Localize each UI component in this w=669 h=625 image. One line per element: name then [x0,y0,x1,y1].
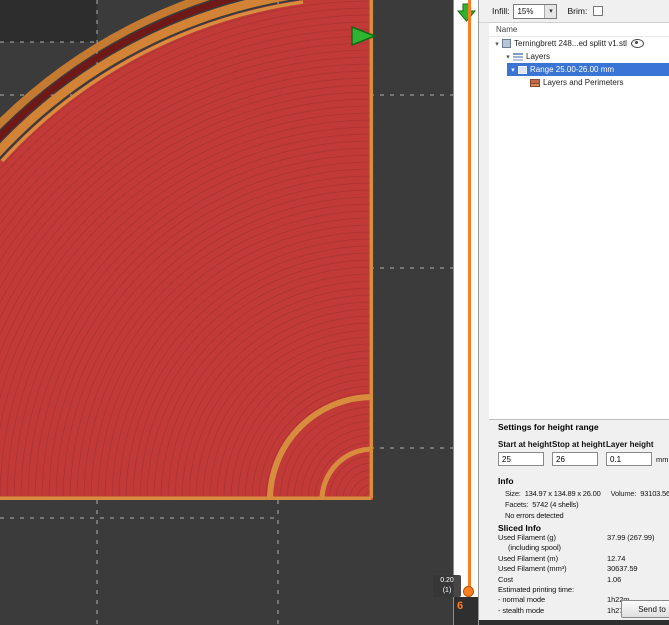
stop-height-label: Stop at height [552,440,606,449]
object-tree: Name ▾ Terningbrett 248...ed splitt v1.s… [489,22,669,420]
layer-slider: 6 [453,0,479,625]
slider-tooltip: 0.20 (1) [433,575,461,597]
sliced-value: 30637.59 [607,564,638,574]
mm-unit-label: mm [656,455,669,464]
tree-row-object[interactable]: ▾ Terningbrett 248...ed splitt v1.stl [489,37,669,50]
slicer-window: 0.20 (1) 6 Infill: 15% ▾ Brim: Name ▾ Te… [0,0,669,625]
slider-down-button[interactable] [456,2,477,23]
axis-corner-label: 6 [457,600,464,612]
visibility-eye-icon[interactable] [631,39,644,48]
size-value: 134.97 x 134.89 x 26.00 [524,489,601,498]
sliced-label: - stealth mode [498,605,545,615]
sliced-value: 37.99 (267.99) [607,533,655,542]
infill-dropdown[interactable]: 15% ▾ [513,3,558,19]
height-range-section-title: Settings for height range [498,422,599,432]
sliced-value: 12.74 [607,553,626,563]
sliced-label: Used Filament (g) [498,533,556,542]
size-label: Size: [505,489,521,498]
sliced-info-section-title: Sliced Info [498,523,541,533]
expander-icon[interactable]: ▾ [509,66,517,74]
infill-label: Infill: [492,6,510,16]
facets-label: Facets: [505,500,529,509]
layer-height-input[interactable] [606,452,652,466]
sliced-value: 1.06 [607,574,622,584]
info-status-row: No errors detected [505,511,564,520]
tree-perimeters-label: Layers and Perimeters [543,78,624,87]
sliced-row: Used Filament (m) 12.74 [498,554,667,564]
layer-preview-svg [0,0,669,625]
infill-value: 15% [517,6,534,16]
facets-value: 5742 (4 shells) [532,500,579,509]
tree-row-layers-perimeters[interactable]: Layers and Perimeters [489,76,669,89]
sliced-label: Cost [498,574,514,584]
sliced-label: Estimated printing time: [498,584,574,594]
slider-footer: 6 [454,597,479,625]
expander-icon[interactable]: ▾ [493,40,501,48]
tree-range-label: Range 25.00-26.00 mm [530,65,615,74]
expander-icon[interactable]: ▾ [504,53,512,61]
window-bottom-strip [479,620,669,625]
tree-layers-label: Layers [526,52,551,61]
tree-row-layers[interactable]: ▾ Layers [489,50,669,63]
start-height-label: Start at height [498,440,552,449]
height-range-icon [518,65,527,74]
layer-slider-handle[interactable] [463,586,474,597]
info-size-row: Size: 134.97 x 134.89 x 26.00 Volume: 93… [505,489,669,498]
brim-checkbox[interactable] [593,6,604,16]
object-icon [502,39,511,48]
info-facets-row: Facets: 5742 (4 shells) [505,500,579,509]
layer-slider-track[interactable] [468,0,471,592]
sliced-row: Estimated printing time: [498,585,667,595]
green-down-arrow-icon [456,3,477,22]
tree-row-height-range-selected[interactable]: ▾ Range 25.00-26.00 mm [507,63,669,76]
info-section-title: Info [498,476,514,486]
print-bed-canvas[interactable] [0,0,669,625]
slider-tooltip-layer: (1) [442,587,452,594]
sliced-row: Cost 1.06 [498,575,667,585]
sliced-label: Used Filament (m) [498,553,558,563]
bed-corner-outside [0,0,97,42]
volume-label: Volume: [610,489,637,498]
sliced-label: Used Filament (mm³) [498,564,567,574]
slider-tooltip-z: 0.20 [440,577,454,584]
layer-height-label: Layer height [606,440,654,449]
volume-value: 93103.56 [640,489,669,498]
start-height-input[interactable] [498,452,544,466]
stop-height-input[interactable] [552,452,598,466]
sliced-label: (including spool) [508,543,561,553]
sliced-row: Used Filament (g) 37.99 (267.99) [498,533,667,543]
layers-icon [513,52,523,61]
sliced-row: (including spool) [498,543,667,553]
perimeters-icon [530,78,540,87]
object-settings-panel: Infill: 15% ▾ Brim: Name ▾ Terningbrett … [478,0,669,625]
tree-header-name: Name [489,23,669,37]
sliced-row: Used Filament (mm³) 30637.59 [498,564,667,574]
tree-object-label: Terningbrett 248...ed splitt v1.stl [514,39,627,48]
quick-settings-bar: Infill: 15% ▾ Brim: [479,0,669,23]
brim-label: Brim: [567,6,588,16]
errors-status: No errors detected [505,511,564,520]
send-to-button[interactable]: Send to [621,600,669,618]
dropdown-arrow-icon: ▾ [544,4,557,18]
sliced-label: - normal mode [498,595,546,605]
